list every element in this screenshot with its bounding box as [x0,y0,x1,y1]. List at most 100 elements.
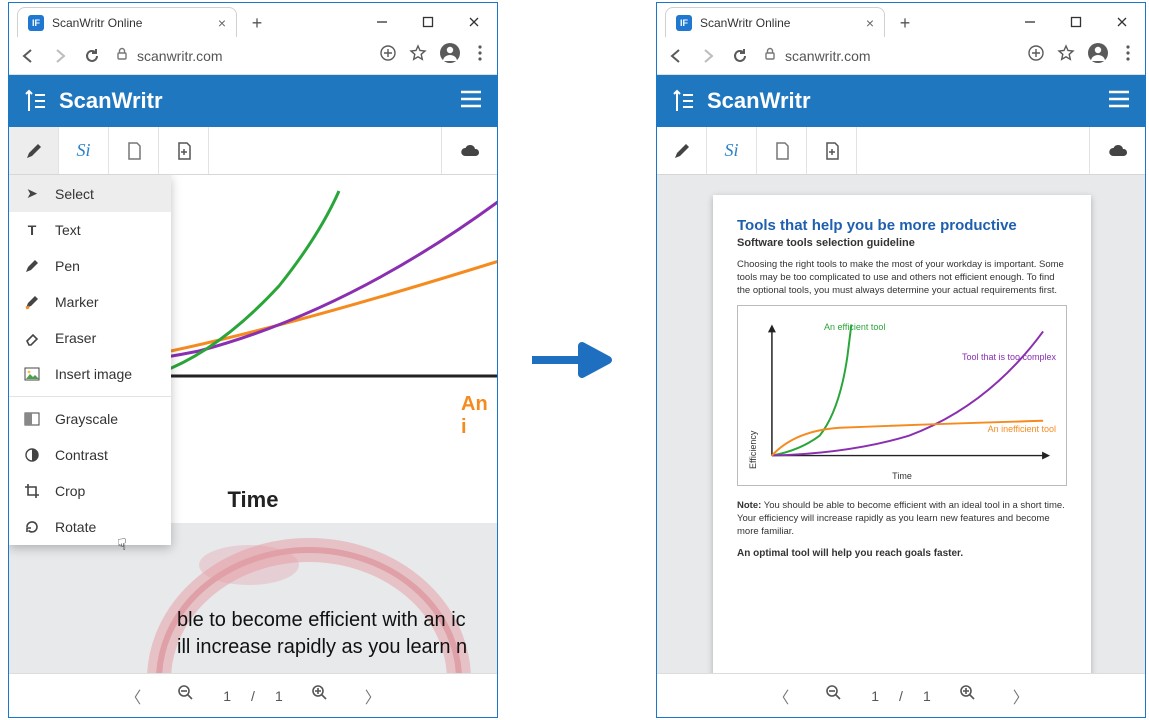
dropdown-item-contrast[interactable]: Contrast [9,437,171,473]
url-text: scanwritr.com [785,48,871,64]
dropdown-item-select[interactable]: ➤Select [9,175,171,212]
page-prev-button[interactable]: 〈 [765,680,797,712]
url-field[interactable]: scanwritr.com [763,47,1013,64]
window-maximize-button[interactable] [405,7,451,37]
tool-page-button[interactable] [757,127,807,174]
doc-title: Tools that help you be more productive [737,217,1067,234]
bookmark-star-icon[interactable] [409,44,427,67]
url-field[interactable]: scanwritr.com [115,47,365,64]
eraser-icon [23,330,41,346]
bookmark-star-icon[interactable] [1057,44,1075,67]
zoom-out-button[interactable] [817,680,851,711]
new-tab-button[interactable]: + [891,9,919,37]
document-canvas[interactable]: Tools that help you be more productive S… [657,175,1145,673]
page-next-button[interactable]: 〉 [1005,680,1037,712]
cursor-icon: ➤ [23,185,41,202]
app-logo-icon [671,88,697,114]
page-next-button[interactable]: 〉 [357,680,389,712]
doc-note: Note: You should be able to become effic… [737,500,1067,538]
window-close-button[interactable] [451,7,497,37]
tab-title: ScanWritr Online [52,16,210,30]
page-total: 1 [275,688,283,704]
zoom-plus-icon[interactable] [1027,44,1045,67]
hamburger-menu-icon[interactable] [1107,89,1131,114]
dropdown-item-rotate[interactable]: Rotate [9,509,171,545]
app-header: ScanWritr [657,75,1145,127]
app-brand: ScanWritr [707,88,811,114]
dropdown-item-marker[interactable]: Marker [9,284,171,320]
nav-forward-button[interactable] [51,47,69,65]
cloud-upload-button[interactable] [1089,127,1145,174]
page-current: 1 [871,688,879,704]
nav-reload-button[interactable] [83,47,101,65]
browser-tab[interactable]: IF ScanWritr Online × [665,7,885,37]
dropdown-item-eraser[interactable]: Eraser [9,320,171,356]
chart-xlabel: Time [746,471,1058,481]
cloud-upload-button[interactable] [441,127,497,174]
text-icon: T [23,222,41,238]
url-text: scanwritr.com [137,48,223,64]
dropdown-item-text[interactable]: TText [9,212,171,248]
pager: 〈 1 / 1 〉 [9,673,497,717]
favicon-icon: IF [676,15,692,31]
arrow-icon [530,340,620,385]
hamburger-menu-icon[interactable] [459,89,483,114]
edit-dropdown: ➤Select TText Pen Marker Eraser Insert i… [9,175,171,545]
address-bar: scanwritr.com [657,37,1145,75]
app-logo-icon [23,88,49,114]
window-close-button[interactable] [1099,7,1145,37]
kebab-menu-icon[interactable] [1121,44,1135,67]
nav-reload-button[interactable] [731,47,749,65]
tab-close-icon[interactable]: × [218,15,226,31]
window-minimize-button[interactable] [1007,7,1053,37]
profile-avatar-icon[interactable] [1087,42,1109,69]
browser-tab[interactable]: IF ScanWritr Online × [17,7,237,37]
tool-add-page-button[interactable] [807,127,857,174]
favicon-icon: IF [28,15,44,31]
new-tab-button[interactable]: + [243,9,271,37]
page-prev-button[interactable]: 〈 [117,680,149,712]
crop-icon [23,483,41,499]
browser-window-after: IF ScanWritr Online × + scanwritr.com Sc [656,2,1146,718]
chart-ylabel: Efficiency [746,316,760,469]
tool-page-button[interactable] [109,127,159,174]
rotate-icon [23,519,41,535]
contrast-icon [23,447,41,463]
profile-avatar-icon[interactable] [439,42,461,69]
lock-icon [763,47,777,64]
tool-edit-button[interactable] [9,127,59,174]
zoom-in-button[interactable] [303,680,337,711]
page-current: 1 [223,688,231,704]
tool-signature-button[interactable]: Si [59,127,109,174]
kebab-menu-icon[interactable] [473,44,487,67]
titlebar: IF ScanWritr Online × + [9,3,497,37]
tab-close-icon[interactable]: × [866,15,874,31]
dropdown-item-pen[interactable]: Pen [9,248,171,284]
document-page: Tools that help you be more productive S… [713,195,1091,673]
nav-back-button[interactable] [667,47,685,65]
dropdown-item-crop[interactable]: Crop [9,473,171,509]
tool-edit-button[interactable] [657,127,707,174]
page-total: 1 [923,688,931,704]
document-canvas[interactable]: An i Time ble to become efficient with a… [9,175,497,673]
window-minimize-button[interactable] [359,7,405,37]
doc-optimal: An optimal tool will help you reach goal… [737,547,1067,561]
doc-body-text: ble to become efficient with an ic ill i… [177,607,493,661]
lock-icon [115,47,129,64]
dropdown-separator [9,396,171,397]
window-maximize-button[interactable] [1053,7,1099,37]
nav-back-button[interactable] [19,47,37,65]
image-icon [23,367,41,381]
doc-chart: Efficiency An efficient tool Tool [737,305,1067,486]
dropdown-item-insert-image[interactable]: Insert image [9,356,171,392]
doc-intro: Choosing the right tools to make the mos… [737,259,1067,297]
pager: 〈 1 / 1 〉 [657,673,1145,717]
tool-signature-button[interactable]: Si [707,127,757,174]
tool-add-page-button[interactable] [159,127,209,174]
zoom-out-button[interactable] [169,680,203,711]
marker-icon [23,294,41,310]
zoom-in-button[interactable] [951,680,985,711]
dropdown-item-grayscale[interactable]: Grayscale [9,401,171,437]
nav-forward-button[interactable] [699,47,717,65]
zoom-plus-icon[interactable] [379,44,397,67]
